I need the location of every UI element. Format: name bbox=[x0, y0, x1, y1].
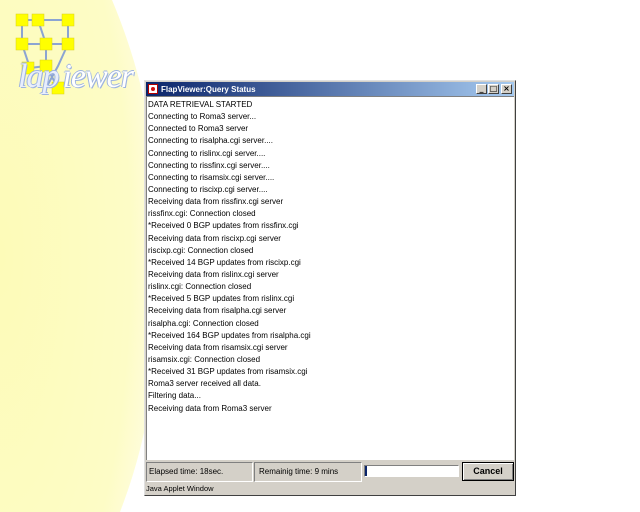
log-line: *Received 5 BGP updates from rislinx.cgi bbox=[148, 294, 295, 304]
log-line: rissfinx.cgi: Connection closed bbox=[148, 209, 256, 219]
close-button[interactable]: × bbox=[501, 84, 512, 94]
remaining-time: Remainig time: 9 mins bbox=[254, 462, 362, 482]
query-status-window: FlapViewer:Query Status _ □ × DATA RETRI… bbox=[144, 80, 516, 496]
log-line: Connected to Roma3 server bbox=[148, 124, 249, 134]
log-line: risalpha.cgi: Connection closed bbox=[148, 318, 259, 328]
log-line: Receiving data from rissfinx.cgi server bbox=[148, 197, 284, 207]
elapsed-time: Elapsed time: 18sec. bbox=[146, 462, 253, 482]
progress-bar bbox=[364, 465, 459, 477]
window-title: FlapViewer:Query Status bbox=[161, 84, 256, 94]
log-line: *Received 164 BGP updates from risalpha.… bbox=[148, 330, 311, 340]
log-line: *Received 14 BGP updates from riscixp.cg… bbox=[148, 257, 301, 267]
log-line: Connecting to rissfinx.cgi server.... bbox=[148, 160, 270, 170]
log-line: Connecting to rislinx.cgi server.... bbox=[148, 148, 266, 158]
minimize-button[interactable]: _ bbox=[476, 84, 487, 94]
log-line: Receiving data from risamsix.cgi server bbox=[148, 342, 288, 352]
applet-window-label: Java Applet Window bbox=[146, 484, 214, 493]
progress-fill bbox=[365, 466, 367, 476]
titlebar[interactable]: FlapViewer:Query Status _ □ × bbox=[146, 82, 514, 96]
java-app-icon bbox=[148, 84, 158, 94]
logo-wordmark-part1: lap bbox=[18, 58, 59, 95]
log-line: rislinx.cgi: Connection closed bbox=[148, 282, 252, 292]
log-line: Receiving data from rislinx.cgi server bbox=[148, 269, 279, 279]
log-line: Connecting to risalpha.cgi server.... bbox=[148, 136, 273, 146]
logo-wordmark: lap iewer bbox=[18, 58, 134, 96]
log-line: Connecting to risamsix.cgi server.... bbox=[148, 172, 275, 182]
log-line: Connecting to Roma3 server... bbox=[148, 112, 257, 122]
log-line: *Received 0 BGP updates from rissfinx.cg… bbox=[148, 221, 299, 231]
log-line: Filtering data... bbox=[148, 391, 201, 401]
log-line: Receiving data from risalpha.cgi server bbox=[148, 306, 287, 316]
log-line: Connecting to riscixp.cgi server.... bbox=[148, 184, 268, 194]
log-line: Receiving data from riscixp.cgi server bbox=[148, 233, 281, 243]
logo-wordmark-part2: iewer bbox=[62, 58, 134, 95]
cancel-button[interactable]: Cancel bbox=[462, 462, 514, 481]
log-line: Roma3 server received all data. bbox=[148, 379, 261, 389]
log-line: DATA RETRIEVAL STARTED bbox=[148, 100, 253, 109]
status-bar: Elapsed time: 18sec. Remainig time: 9 mi… bbox=[146, 461, 514, 483]
log-line: *Received 31 BGP updates from risamsix.c… bbox=[148, 367, 308, 377]
log-line: Receiving data from Roma3 server bbox=[148, 403, 272, 413]
maximize-button[interactable]: □ bbox=[488, 84, 499, 94]
status-log[interactable]: DATA RETRIEVAL STARTED Connecting to Roma… bbox=[146, 96, 514, 460]
log-line: risamsix.cgi: Connection closed bbox=[148, 354, 261, 364]
log-line: riscixp.cgi: Connection closed bbox=[148, 245, 254, 255]
